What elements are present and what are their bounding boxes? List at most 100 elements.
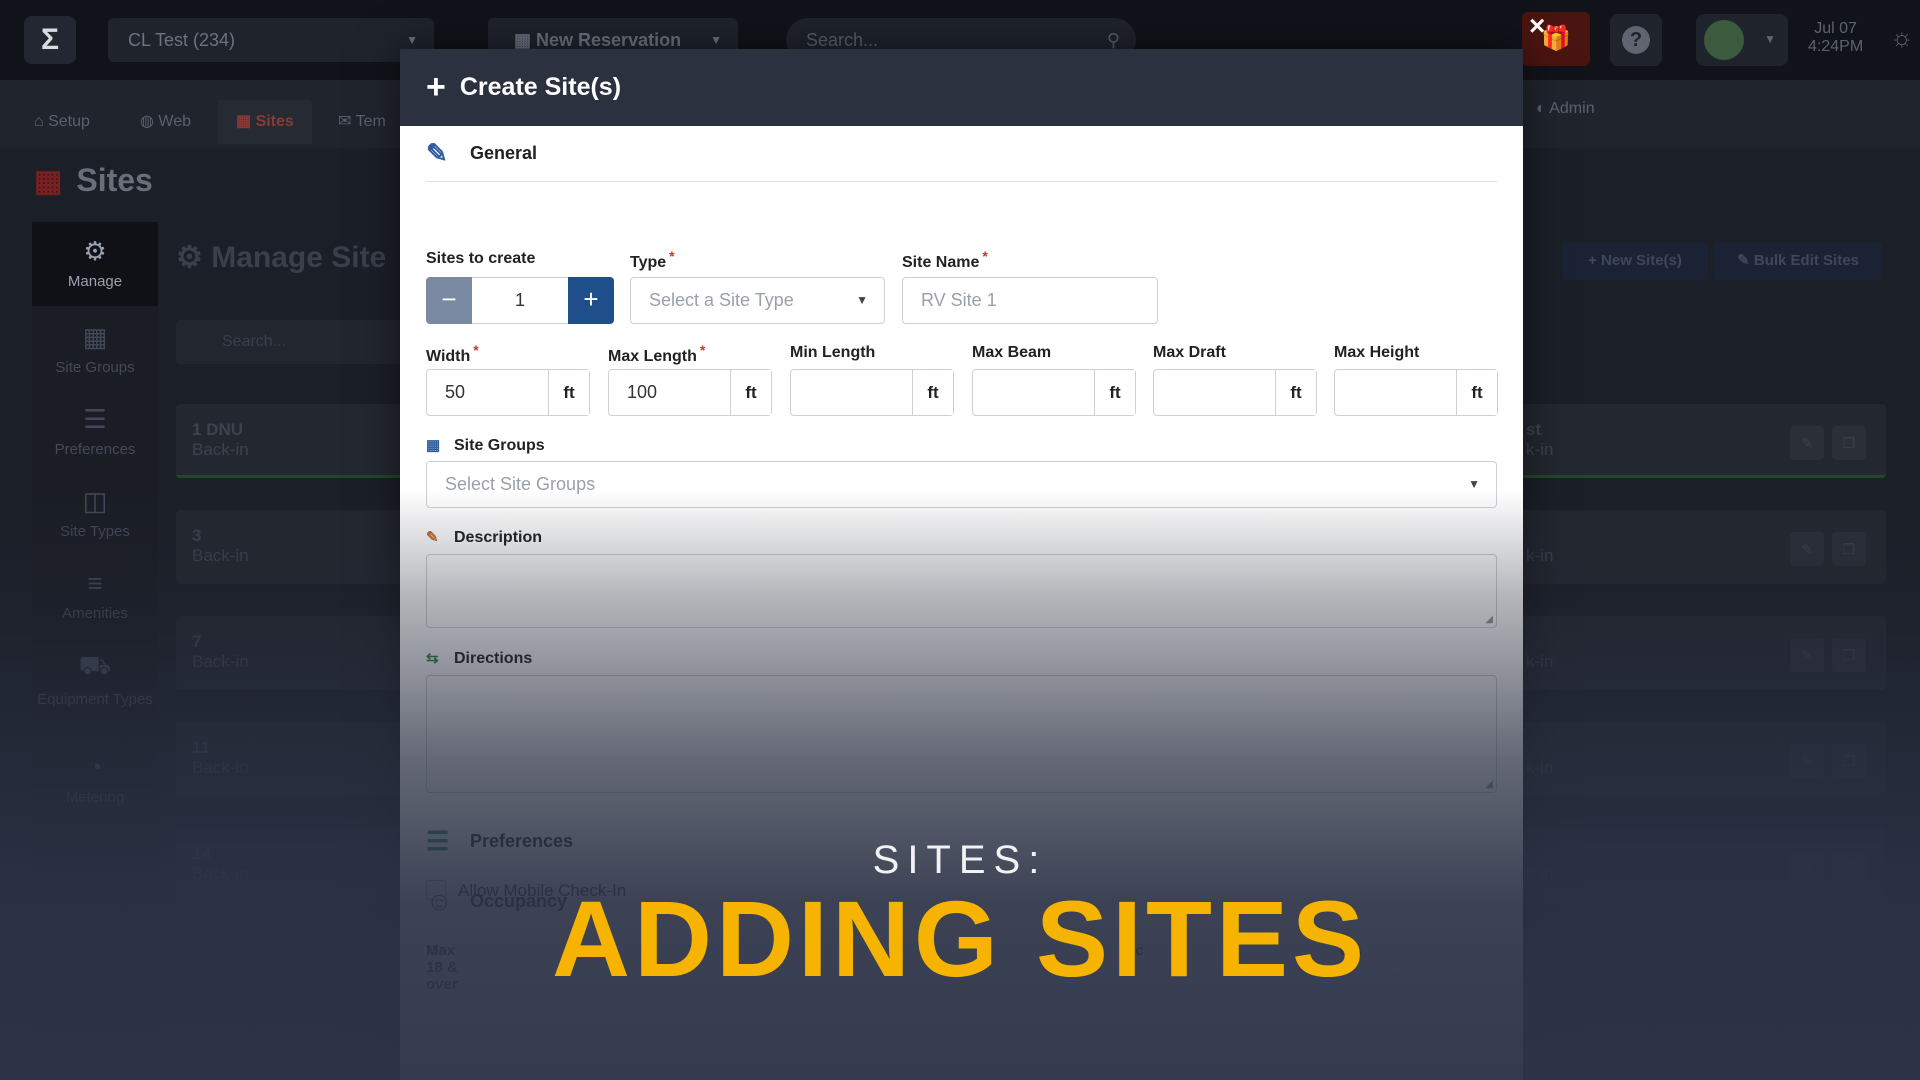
list-icon: ≡ bbox=[87, 568, 103, 598]
copy-icon[interactable]: ❐ bbox=[1832, 426, 1866, 460]
max-length-value: 100 bbox=[627, 382, 658, 402]
max-height-input[interactable]: ft bbox=[1334, 369, 1498, 416]
width-value: 50 bbox=[445, 382, 466, 402]
edit-icon[interactable]: ✎ bbox=[1790, 638, 1824, 672]
chevron-down-icon: ▼ bbox=[1764, 32, 1776, 46]
min-length-label: Min Length bbox=[790, 344, 876, 361]
site-card-right: k-in bbox=[1526, 526, 1553, 566]
resize-grip-icon[interactable]: ◢ bbox=[1485, 614, 1493, 625]
unit-addon: ft bbox=[548, 370, 589, 415]
required-mark: * bbox=[669, 248, 675, 264]
sidebar-item-amenities[interactable]: ≡ Amenities bbox=[32, 568, 158, 622]
title-card-subtitle: SITES: bbox=[872, 838, 1048, 882]
site-card-right-type: k-in bbox=[1526, 758, 1554, 777]
tab-sites[interactable]: ▦ Sites bbox=[218, 100, 312, 144]
site-card-right-title: st bbox=[1526, 420, 1542, 439]
min-length-input[interactable]: ft bbox=[790, 369, 954, 416]
copy-icon[interactable]: ❐ bbox=[1832, 638, 1866, 672]
sites-search-placeholder: Search... bbox=[222, 333, 287, 350]
edit-icon[interactable]: ✎ bbox=[1790, 744, 1824, 778]
columns-icon: ◫ bbox=[82, 486, 108, 516]
required-mark: * bbox=[699, 342, 706, 358]
avatar bbox=[1704, 20, 1744, 60]
tab-templates-label: Tem bbox=[355, 113, 386, 130]
global-search-placeholder: Search... bbox=[806, 30, 879, 50]
site-card-right-type: k-in bbox=[1526, 652, 1554, 671]
sidebar-item-label: Amenities bbox=[62, 605, 128, 622]
close-icon[interactable]: × bbox=[1529, 12, 1545, 40]
grid-icon: ▦ bbox=[82, 322, 108, 352]
sidebar-item-equipment-types[interactable]: ⛟ Equipment Types bbox=[32, 650, 158, 708]
type-label-text: Type bbox=[630, 254, 667, 271]
general-heading: General bbox=[470, 143, 538, 163]
help-button[interactable]: ? bbox=[1610, 14, 1662, 66]
tab-web[interactable]: ◍ Web bbox=[140, 100, 191, 144]
tab-admin[interactable]: ◐ Admin bbox=[1536, 100, 1595, 118]
manage-title: ⚙ Manage Site bbox=[176, 240, 386, 275]
description-label-text: Description bbox=[454, 529, 543, 546]
pencil-icon: ✎ bbox=[426, 138, 448, 168]
bulk-edit-button[interactable]: ✎ Bulk Edit Sites bbox=[1714, 242, 1882, 280]
calendar-icon: ▦ bbox=[514, 30, 537, 50]
tab-sites-label: Sites bbox=[255, 113, 294, 130]
site-card-right-type: k-in bbox=[1526, 546, 1554, 565]
shield-icon: ◐ bbox=[1536, 100, 1550, 117]
site-type-select[interactable]: Select a Site Type ▼ bbox=[630, 277, 885, 324]
video-title-card: SITES: ADDING SITES bbox=[0, 838, 1920, 993]
increment-button[interactable]: + bbox=[568, 277, 614, 324]
clock-time: 4:24PM bbox=[1808, 38, 1864, 55]
app-logo[interactable]: Σ bbox=[24, 16, 76, 64]
tab-templates[interactable]: ✉ Tem bbox=[338, 100, 386, 144]
site-groups-select[interactable]: Select Site Groups ▼ bbox=[426, 461, 1497, 508]
site-card-title: 11 bbox=[192, 738, 210, 757]
tab-admin-label: Admin bbox=[1549, 100, 1595, 117]
max-height-label: Max Height bbox=[1334, 344, 1420, 361]
sidebar-item-site-types[interactable]: ◫ Site Types bbox=[32, 486, 158, 540]
site-name-input[interactable]: RV Site 1 bbox=[902, 277, 1158, 324]
copy-icon[interactable]: ❐ bbox=[1832, 532, 1866, 566]
mail-icon: ✉ bbox=[338, 113, 356, 130]
grid-icon: ▦ bbox=[34, 165, 63, 198]
description-textarea[interactable]: ◢ bbox=[426, 554, 1497, 628]
pencil-icon: ✎ bbox=[426, 529, 439, 546]
campground-select[interactable]: CL Test (234) ▼ bbox=[108, 18, 434, 62]
sites-search-input[interactable]: Search... bbox=[176, 320, 416, 364]
decrement-button[interactable]: − bbox=[426, 277, 472, 324]
clock: Jul 07 4:24PM bbox=[1808, 20, 1863, 56]
max-draft-input[interactable]: ft bbox=[1153, 369, 1317, 416]
max-length-label-text: Max Length bbox=[608, 348, 697, 365]
sun-icon[interactable]: ☼ bbox=[1890, 22, 1914, 53]
new-sites-button[interactable]: + New Site(s) bbox=[1562, 242, 1708, 280]
tab-setup[interactable]: ⌂ Setup bbox=[34, 100, 90, 144]
user-menu[interactable]: ▼ bbox=[1696, 14, 1788, 66]
unit-addon: ft bbox=[1456, 370, 1497, 415]
unit-addon: ft bbox=[1094, 370, 1135, 415]
directions-textarea[interactable]: ◢ bbox=[426, 675, 1497, 793]
gears-icon: ⚙ bbox=[83, 236, 107, 266]
globe-icon: ◍ bbox=[140, 113, 159, 130]
directions-label: ⇆ Directions bbox=[426, 649, 532, 668]
resize-grip-icon[interactable]: ◢ bbox=[1485, 779, 1493, 790]
sidebar-item-metering[interactable]: ◔ Metering bbox=[32, 752, 158, 806]
site-card-right-type: k-in bbox=[1526, 440, 1554, 459]
new-reservation-label: New Reservation bbox=[536, 30, 682, 50]
edit-icon[interactable]: ✎ bbox=[1790, 532, 1824, 566]
caret-down-icon: ▼ bbox=[856, 293, 868, 307]
site-groups-label-text: Site Groups bbox=[454, 437, 545, 454]
width-label: Width * bbox=[426, 342, 479, 366]
site-card-right: st k-in bbox=[1526, 420, 1553, 460]
sidebar-item-preferences[interactable]: ☰ Preferences bbox=[32, 404, 158, 458]
copy-icon[interactable]: ❐ bbox=[1832, 744, 1866, 778]
unit-addon: ft bbox=[912, 370, 953, 415]
sidebar-item-site-groups[interactable]: ▦ Site Groups bbox=[32, 322, 158, 376]
max-length-input[interactable]: 100 ft bbox=[608, 369, 772, 416]
edit-icon[interactable]: ✎ bbox=[1790, 426, 1824, 460]
sidebar-item-label: Equipment Types bbox=[37, 691, 153, 708]
sites-to-create-input[interactable]: 1 bbox=[472, 277, 568, 324]
plus-icon: + bbox=[426, 68, 446, 106]
width-input[interactable]: 50 ft bbox=[426, 369, 590, 416]
sidebar-item-manage[interactable]: ⚙ Manage bbox=[32, 222, 158, 306]
max-beam-input[interactable]: ft bbox=[972, 369, 1136, 416]
description-label: ✎ Description bbox=[426, 528, 542, 547]
site-card-title: 3 bbox=[192, 526, 202, 545]
